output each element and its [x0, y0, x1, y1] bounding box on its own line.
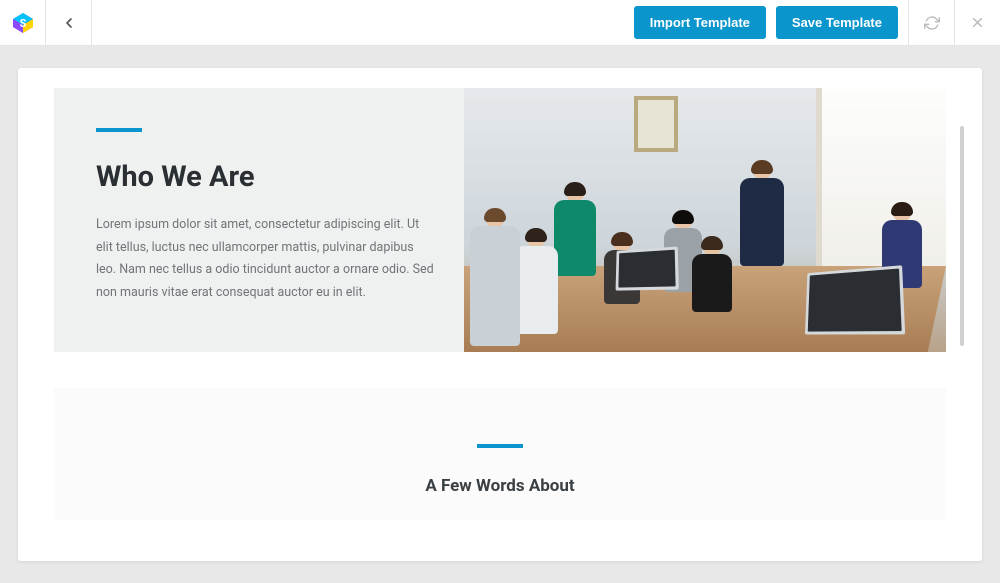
canvas-wrap: Who We Are Lorem ipsum dolor sit amet, c…: [0, 46, 1000, 583]
back-button[interactable]: [46, 0, 92, 46]
hero-body: Lorem ipsum dolor sit amet, consectetur …: [96, 214, 434, 304]
hero-section[interactable]: Who We Are Lorem ipsum dolor sit amet, c…: [54, 88, 946, 352]
app-logo: S: [0, 0, 46, 46]
svg-text:S: S: [19, 17, 26, 30]
topbar: S Import Template Save Template: [0, 0, 1000, 46]
accent-bar: [477, 444, 523, 448]
hero-title: Who We Are: [96, 160, 434, 194]
close-icon: [970, 15, 985, 30]
hero-scene-illustration: [464, 88, 946, 352]
about-section[interactable]: A Few Words About: [54, 388, 946, 520]
scroll-handle[interactable]: [960, 126, 964, 346]
logo-icon: S: [11, 11, 35, 35]
close-button[interactable]: [954, 0, 1000, 46]
refresh-icon: [924, 15, 940, 31]
hero-image: [464, 88, 946, 352]
about-title: A Few Words About: [74, 476, 926, 496]
refresh-button[interactable]: [908, 0, 954, 46]
save-template-button[interactable]: Save Template: [776, 6, 898, 39]
chevron-left-icon: [61, 15, 77, 31]
import-template-button[interactable]: Import Template: [634, 6, 766, 39]
hero-text-column: Who We Are Lorem ipsum dolor sit amet, c…: [54, 88, 464, 352]
template-canvas[interactable]: Who We Are Lorem ipsum dolor sit amet, c…: [18, 68, 982, 561]
accent-bar: [96, 128, 142, 132]
